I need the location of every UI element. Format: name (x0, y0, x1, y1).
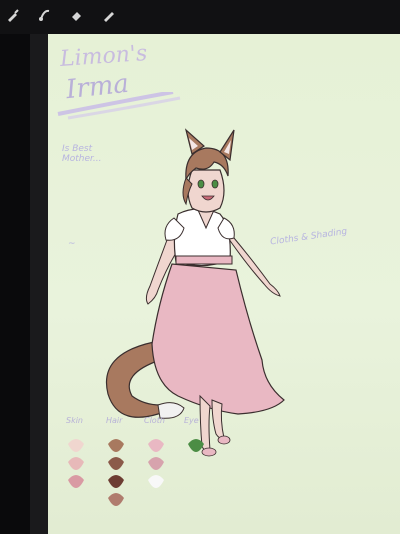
label-eye: Eye (184, 416, 199, 425)
title-line-1: Limon's (59, 40, 149, 73)
palette-swatches (68, 439, 204, 506)
label-skin: Skin (66, 416, 84, 425)
eraser-icon[interactable] (68, 6, 86, 24)
pen-icon[interactable] (100, 6, 118, 24)
smudge-icon[interactable] (36, 6, 54, 24)
color-palette: Skin Hair Cloth Eye (58, 414, 228, 524)
brush-icon[interactable] (4, 6, 22, 24)
drawing-canvas[interactable]: Limon's Irma Is Best Mother... Cloths & … (48, 34, 400, 534)
label-hair: Hair (106, 416, 123, 425)
label-cloth: Cloth (144, 416, 165, 425)
sidebar-shadow (30, 34, 48, 534)
note-small: ~ (68, 239, 76, 249)
tool-bar (4, 6, 118, 24)
